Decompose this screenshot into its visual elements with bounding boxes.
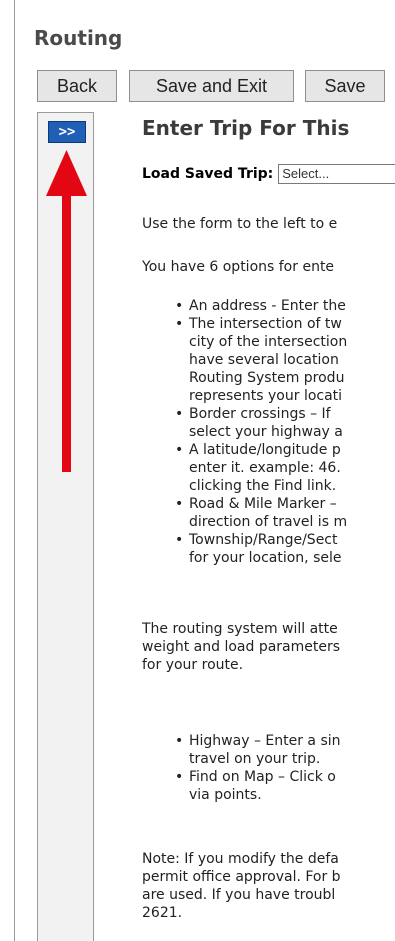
- bullet-item: • Township/Range/Sect for your location, s…: [175, 531, 342, 567]
- bullet-line: city of the intersection: [189, 334, 348, 350]
- bullet-dot: •: [175, 769, 184, 785]
- bullet-line: Find on Map – Click o: [189, 769, 336, 785]
- bullet-item: • The intersection of tw city of the inter…: [175, 315, 348, 405]
- bullet-dot: •: [175, 496, 184, 512]
- bullet-line: represents your locati: [189, 388, 343, 404]
- bullet-dot: •: [175, 733, 184, 749]
- load-saved-trip-row: Load Saved Trip: Select...: [142, 164, 395, 184]
- bullet-line: Township/Range/Sect: [189, 532, 338, 548]
- routing-paragraph: The routing system will atte weight and …: [142, 621, 341, 673]
- save-and-exit-button[interactable]: Save and Exit: [129, 70, 294, 102]
- bullet-line: direction of travel is m: [189, 514, 348, 530]
- bullet-item: • Road & Mile Marker – direction of travel…: [175, 495, 348, 531]
- content-title: Enter Trip For This: [142, 116, 350, 140]
- bullet-line: Routing System produ: [189, 370, 345, 386]
- bullet-item: • Border crossings – If select your highwa…: [175, 405, 343, 441]
- bullet-dot: •: [175, 298, 184, 314]
- bullet-line: enter it. example: 46.: [189, 460, 341, 476]
- page-title: Routing: [34, 26, 123, 50]
- intro-text: Use the form to the left to e: [142, 216, 338, 232]
- bullet-dot: •: [175, 442, 184, 458]
- bullet-line: have several location: [189, 352, 339, 368]
- load-saved-trip-label: Load Saved Trip:: [142, 166, 274, 182]
- bullet-dot: •: [175, 406, 184, 422]
- bullet-item: • Highway – Enter a sin travel on your tri…: [175, 732, 341, 768]
- bullet-line: via points.: [189, 787, 262, 803]
- bullet-line: select your highway a: [189, 424, 343, 440]
- back-button[interactable]: Back: [37, 70, 117, 102]
- main-content: Enter Trip For This Load Saved Trip: Sel…: [142, 112, 395, 941]
- bullet-dot: •: [175, 532, 184, 548]
- bullet-line: Road & Mile Marker –: [189, 496, 337, 512]
- bullet-line: travel on your trip.: [189, 751, 321, 767]
- saved-trip-select[interactable]: Select...: [278, 164, 395, 184]
- options-intro-text: You have 6 options for ente: [142, 259, 335, 275]
- bullet-item: • Find on Map – Click o via points.: [175, 768, 336, 804]
- bullet-item: • An address - Enter the: [175, 297, 346, 315]
- bullet-item: • A latitude/longitude p enter it. example…: [175, 441, 341, 495]
- bullet-line: Border crossings – If: [189, 406, 331, 422]
- bullet-line: The intersection of tw: [189, 316, 342, 332]
- bullet-line: An address - Enter the: [189, 298, 346, 314]
- expand-sidebar-button[interactable]: >>: [48, 121, 86, 143]
- bullet-line: clicking the Find link.: [189, 478, 337, 494]
- save-button[interactable]: Save: [305, 70, 385, 102]
- bullet-line: A latitude/longitude p: [189, 442, 341, 458]
- bullet-line: Highway – Enter a sin: [189, 733, 341, 749]
- note-paragraph: Note: If you modify the defa permit offi…: [142, 851, 341, 921]
- sidebar-panel: >>: [37, 112, 94, 941]
- bullet-line: for your location, sele: [189, 550, 342, 566]
- bullet-dot: •: [175, 316, 184, 332]
